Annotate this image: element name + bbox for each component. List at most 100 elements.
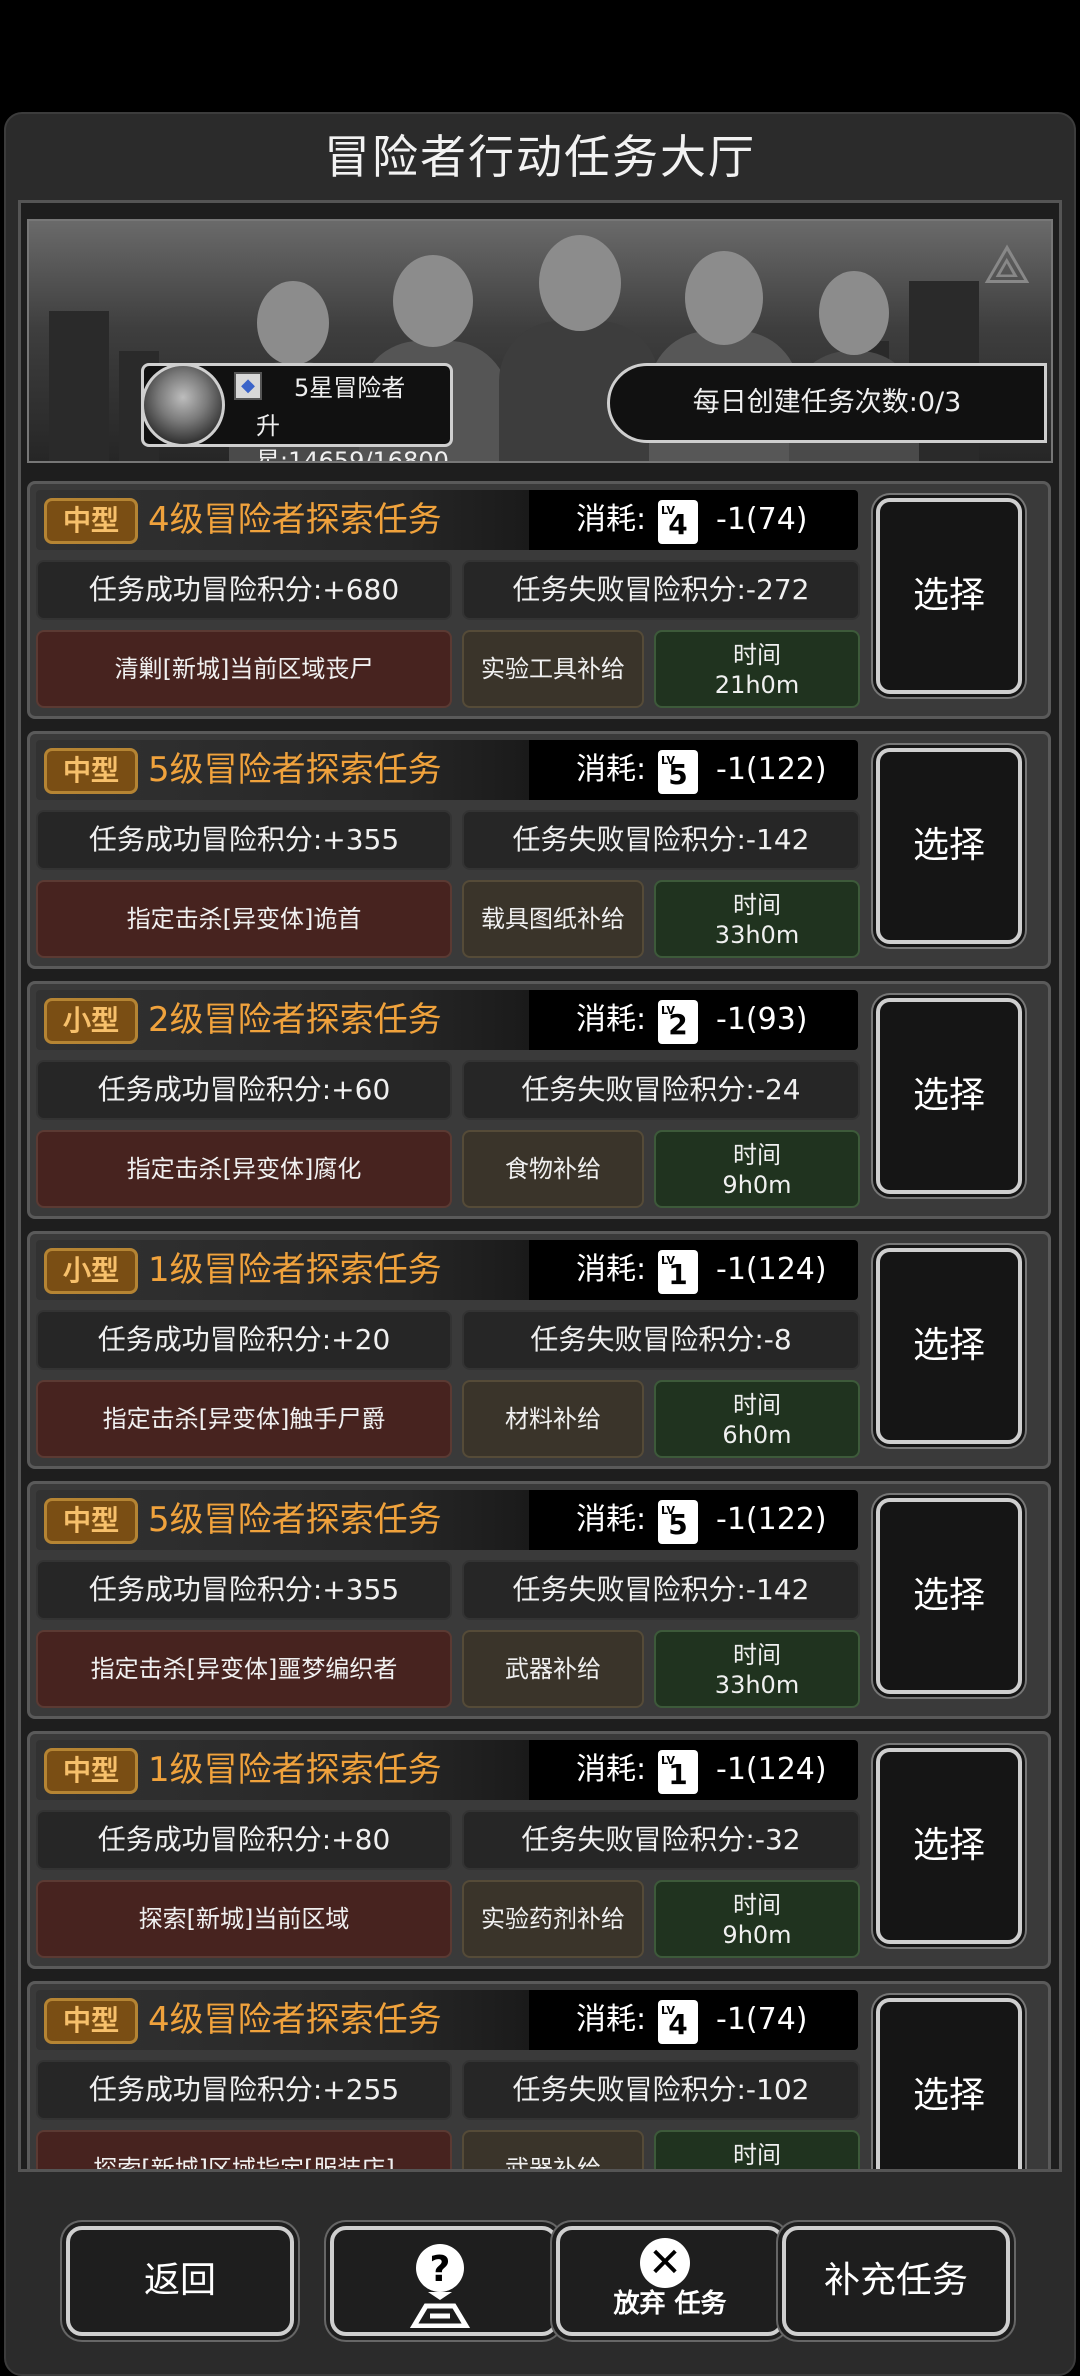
cost-value: -1(74) xyxy=(716,2002,808,2037)
task-time: 时间 21h0m xyxy=(654,630,860,708)
task-header: 中型 1级冒险者探索任务 消耗: LV 1 -1(124) xyxy=(36,1740,858,1800)
task-reward: 食物补给 xyxy=(462,1130,644,1208)
level-card-icon: LV 5 xyxy=(658,1500,698,1544)
success-points: 任务成功冒险积分:+680 xyxy=(36,560,452,620)
select-button-label: 选择 xyxy=(912,1825,985,1866)
cost-label: 消耗: xyxy=(576,2002,647,2037)
profile-card[interactable]: ◆ 5星冒险者 升星:14659/16800 xyxy=(141,363,453,461)
rank-label: 5星冒险者 xyxy=(294,374,406,402)
task-reward: 实验工具补给 xyxy=(462,630,644,708)
task-time: 时间 6h0m xyxy=(654,1380,860,1458)
task-title: 2级冒险者探索任务 xyxy=(148,1000,442,1040)
task-size-tag: 小型 xyxy=(44,998,138,1044)
help-button[interactable]: ? xyxy=(330,2226,558,2336)
question-map-icon: ? xyxy=(409,2244,471,2328)
task-size-tag: 中型 xyxy=(44,1998,138,2044)
success-points: 任务成功冒险积分:+355 xyxy=(36,1560,452,1620)
task-card[interactable]: 中型 1级冒险者探索任务 消耗: LV 1 -1(124) 任务成功冒险积分:+8… xyxy=(27,1731,1051,1969)
cost-label: 消耗: xyxy=(576,1752,647,1787)
refill-tasks-button[interactable]: 补充任务 xyxy=(782,2226,1010,2336)
abandon-task-button[interactable]: ✕ 放弃 任务 xyxy=(556,2226,784,2336)
back-button[interactable]: 返回 xyxy=(66,2226,294,2336)
task-goal: 探索[新城]当前区域 xyxy=(36,1880,452,1958)
cost-value: -1(74) xyxy=(716,502,808,537)
task-reward: 实验药剂补给 xyxy=(462,1880,644,1958)
time-value: 9h0m xyxy=(722,1171,792,1199)
task-time: 时间 33h0m xyxy=(654,1630,860,1708)
select-task-button[interactable]: 选择 xyxy=(876,1498,1022,1694)
task-card[interactable]: 中型 4级冒险者探索任务 消耗: LV 4 -1(74) 任务成功冒险积分:+68… xyxy=(27,481,1051,719)
task-time: 时间 33h0m xyxy=(654,880,860,958)
select-button-label: 选择 xyxy=(912,1325,985,1366)
task-card[interactable]: 中型 5级冒险者探索任务 消耗: LV 5 -1(122) 任务成功冒险积分:+3… xyxy=(27,1481,1051,1719)
back-button-label: 返回 xyxy=(143,2260,216,2301)
avatar[interactable] xyxy=(141,363,225,447)
select-task-button[interactable]: 选择 xyxy=(876,748,1022,944)
task-time: 时间 9h0m xyxy=(654,1130,860,1208)
cost-value: -1(124) xyxy=(716,1252,827,1287)
select-task-button[interactable]: 选择 xyxy=(876,1998,1022,2169)
task-title: 4级冒险者探索任务 xyxy=(148,2000,442,2040)
select-task-button[interactable]: 选择 xyxy=(876,998,1022,1194)
select-button-label: 选择 xyxy=(912,1575,985,1616)
task-header: 小型 1级冒险者探索任务 消耗: LV 1 -1(124) xyxy=(36,1240,858,1300)
task-card[interactable]: 中型 4级冒险者探索任务 消耗: LV 4 -1(74) 任务成功冒险积分:+25… xyxy=(27,1981,1051,2169)
level-card-icon: LV 2 xyxy=(658,1000,698,1044)
select-button-label: 选择 xyxy=(912,825,985,866)
fail-points: 任务失败冒险积分:-8 xyxy=(462,1310,860,1370)
select-button-label: 选择 xyxy=(912,575,985,616)
select-task-button[interactable]: 选择 xyxy=(876,1248,1022,1444)
time-label: 时间 xyxy=(733,1891,781,1919)
cost-label: 消耗: xyxy=(576,1252,647,1287)
level-card-icon: LV 4 xyxy=(658,2000,698,2044)
upgrade-progress: 升星:14659/16800 xyxy=(256,412,449,463)
task-reward: 武器补给 xyxy=(462,1630,644,1708)
time-label: 时间 xyxy=(733,1141,781,1169)
task-header: 中型 4级冒险者探索任务 消耗: LV 4 -1(74) xyxy=(36,1990,858,2050)
task-time: 时间 xyxy=(654,2130,860,2169)
cost-label: 消耗: xyxy=(576,1502,647,1537)
select-task-button[interactable]: 选择 xyxy=(876,1748,1022,1944)
select-button-label: 选择 xyxy=(912,1075,985,1116)
svg-text:?: ? xyxy=(430,2249,451,2290)
task-size-tag: 中型 xyxy=(44,1498,138,1544)
fail-points: 任务失败冒险积分:-272 xyxy=(462,560,860,620)
rank-badge-icon: ◆ xyxy=(234,372,262,400)
task-reward: 载具图纸补给 xyxy=(462,880,644,958)
cost-label: 消耗: xyxy=(576,752,647,787)
daily-create-count: 每日创建任务次数:0/3 xyxy=(607,363,1047,443)
level-card-icon: LV 1 xyxy=(658,1250,698,1294)
task-title: 4级冒险者探索任务 xyxy=(148,500,442,540)
task-reward: 武器补给 xyxy=(462,2130,644,2169)
success-points: 任务成功冒险积分:+80 xyxy=(36,1810,452,1870)
task-goal: 清剿[新城]当前区域丧尸 xyxy=(36,630,452,708)
select-button-label: 选择 xyxy=(912,2075,985,2116)
task-title: 1级冒险者探索任务 xyxy=(148,1750,442,1790)
task-goal: 探索[新城]区域指定[服装店] xyxy=(36,2130,452,2169)
header-banner: ⟁ ◆ 5星冒险者 升星:14659/16800 每日创建任务次数:0/3 xyxy=(27,219,1053,463)
task-card[interactable]: 小型 1级冒险者探索任务 消耗: LV 1 -1(124) 任务成功冒险积分:+2… xyxy=(27,1231,1051,1469)
cost-value: -1(122) xyxy=(716,752,827,787)
abandon-task-label: 放弃 任务 xyxy=(613,2289,727,2319)
time-value: 33h0m xyxy=(714,921,800,949)
level-card-icon: LV 4 xyxy=(658,500,698,544)
task-header: 中型 5级冒险者探索任务 消耗: LV 5 -1(122) xyxy=(36,1490,858,1550)
time-label: 时间 xyxy=(733,1391,781,1419)
task-reward: 材料补给 xyxy=(462,1380,644,1458)
time-label: 时间 xyxy=(733,2141,781,2169)
task-header: 小型 2级冒险者探索任务 消耗: LV 2 -1(93) xyxy=(36,990,858,1050)
fail-points: 任务失败冒险积分:-102 xyxy=(462,2060,860,2120)
task-goal: 指定击杀[异变体]诡首 xyxy=(36,880,452,958)
task-title: 5级冒险者探索任务 xyxy=(148,1500,442,1540)
task-size-tag: 中型 xyxy=(44,748,138,794)
task-size-tag: 小型 xyxy=(44,1248,138,1294)
task-goal: 指定击杀[异变体]腐化 xyxy=(36,1130,452,1208)
faction-emblem-icon: ⟁ xyxy=(982,233,1032,296)
task-card[interactable]: 小型 2级冒险者探索任务 消耗: LV 2 -1(93) 任务成功冒险积分:+60… xyxy=(27,981,1051,1219)
select-task-button[interactable]: 选择 xyxy=(876,498,1022,694)
task-card[interactable]: 中型 5级冒险者探索任务 消耗: LV 5 -1(122) 任务成功冒险积分:+3… xyxy=(27,731,1051,969)
task-list-panel[interactable]: ⟁ ◆ 5星冒险者 升星:14659/16800 每日创建任务次数:0/3 中型… xyxy=(18,200,1062,2172)
time-value: 21h0m xyxy=(714,671,800,699)
task-size-tag: 中型 xyxy=(44,1748,138,1794)
task-goal: 指定击杀[异变体]噩梦编织者 xyxy=(36,1630,452,1708)
